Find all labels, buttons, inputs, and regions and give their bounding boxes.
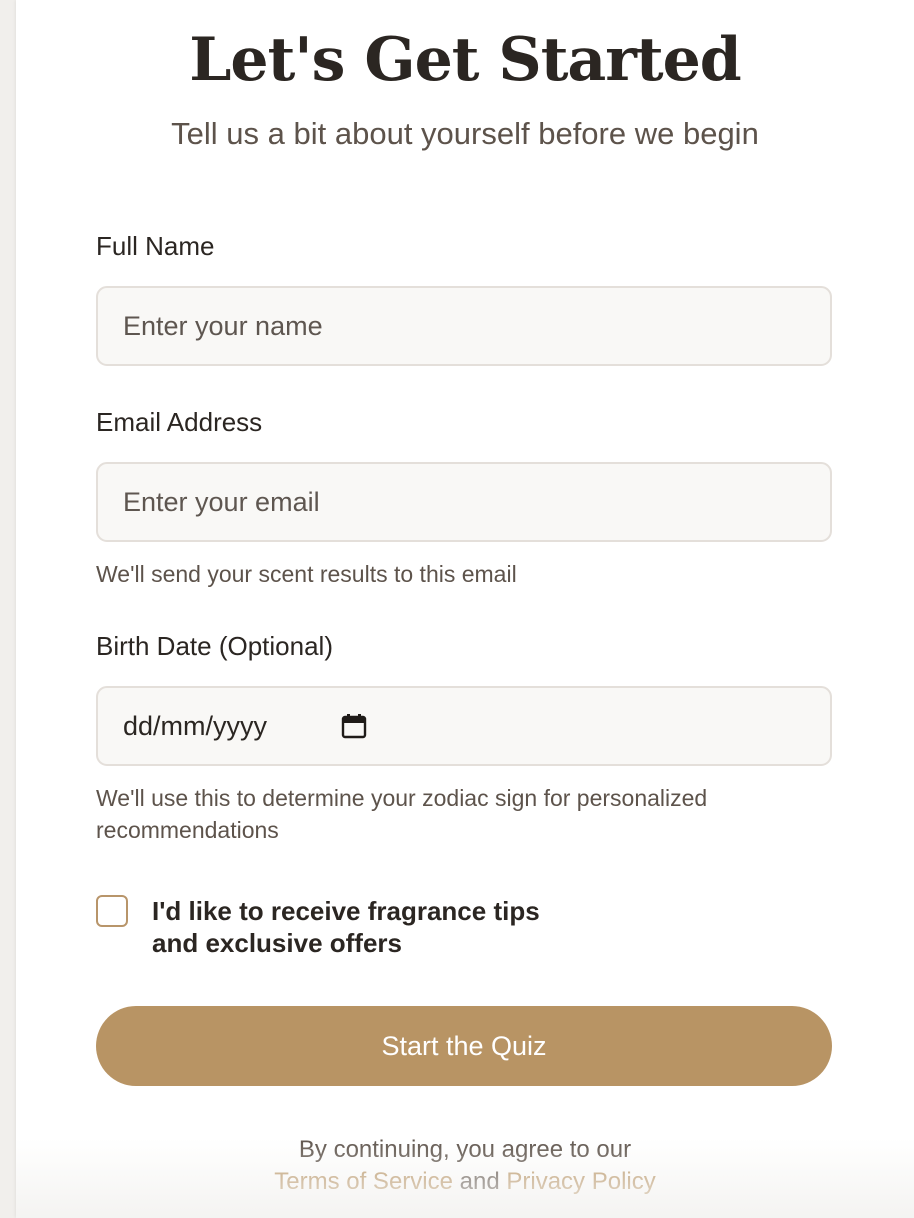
birthdate-field-wrap: dd/mm/yyyy [96, 686, 832, 766]
legal-and: and [459, 1168, 500, 1195]
legal-prefix: By continuing, you agree to our [298, 1136, 632, 1163]
legal-line-2: Terms of Service and Privacy Policy [16, 1166, 914, 1198]
start-quiz-button[interactable]: Start the Quiz [96, 1006, 832, 1086]
name-label: Full Name [96, 231, 215, 261]
birthdate-placeholder: dd/mm/yyyy [123, 710, 268, 741]
email-label: Email Address [96, 407, 263, 437]
submit-wrap: Start the Quiz [96, 1006, 832, 1086]
email-input[interactable]: Enter your email [96, 462, 832, 542]
name-input[interactable]: Enter your name [96, 286, 832, 366]
opt-in-label[interactable]: I'd like to receive fragrance tips and e… [152, 895, 592, 959]
email-hint-wrap: We'll send your scent results to this em… [96, 558, 832, 590]
email-hint: We'll send your scent results to this em… [96, 561, 517, 587]
birthdate-hint: We'll use this to determine your zodiac … [96, 785, 708, 843]
privacy-link[interactable]: Privacy Policy [506, 1168, 655, 1195]
birthdate-hint-wrap: We'll use this to determine your zodiac … [96, 782, 832, 846]
opt-in-checkbox[interactable] [96, 895, 128, 927]
email-field-wrap: Enter your email [96, 462, 832, 542]
name-field-wrap: Enter your name [96, 286, 832, 366]
legal-line-1: By continuing, you agree to our [16, 1134, 914, 1166]
page-title: Let's Get Started [189, 25, 742, 95]
calendar-icon[interactable] [341, 713, 367, 739]
email-group: Email Address [96, 406, 832, 438]
birthdate-group: Birth Date (Optional) [96, 630, 832, 662]
page-subtitle: Tell us a bit about yourself before we b… [171, 116, 759, 151]
terms-link[interactable]: Terms of Service [274, 1168, 453, 1195]
name-group: Full Name [96, 230, 832, 262]
birthdate-label: Birth Date (Optional) [96, 631, 333, 661]
opt-in-row[interactable]: I'd like to receive fragrance tips and e… [96, 895, 832, 959]
birthdate-input[interactable]: dd/mm/yyyy [96, 686, 832, 766]
signup-card: Let's Get Started Tell us a bit about yo… [16, 0, 914, 1218]
opt-in-wrap: I'd like to receive fragrance tips and e… [96, 895, 832, 959]
